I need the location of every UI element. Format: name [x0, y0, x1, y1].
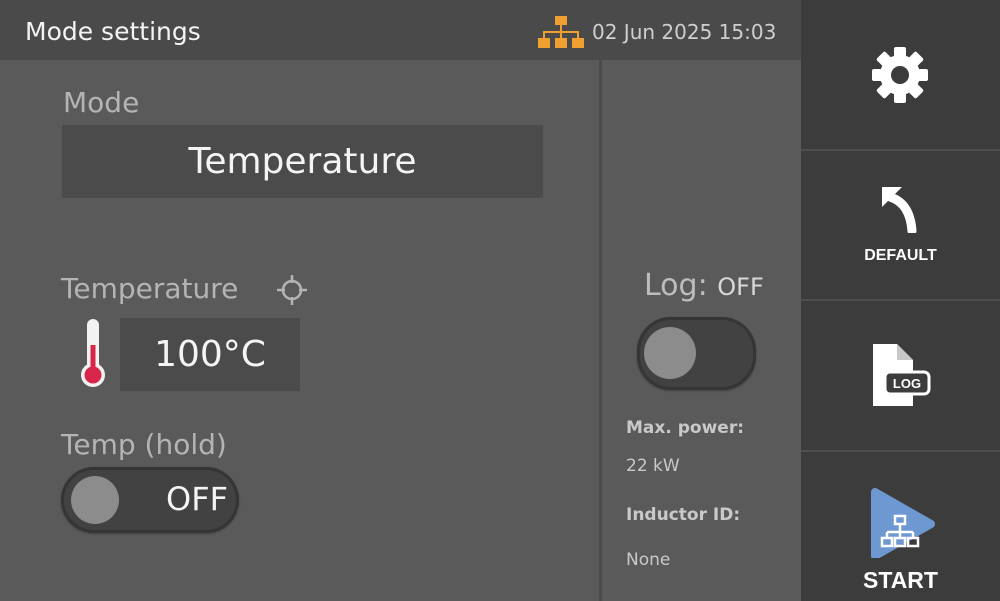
start-button-label: START — [863, 567, 938, 593]
inductor-id-label: Inductor ID: — [626, 505, 741, 525]
log-state: OFF — [717, 273, 764, 301]
temp-hold-label: Temp (hold) — [61, 428, 227, 461]
temp-hold-toggle[interactable]: OFF — [61, 467, 239, 533]
temperature-label: Temperature — [61, 272, 239, 305]
network-tree-icon — [538, 16, 584, 48]
toggle-knob — [644, 327, 696, 379]
toggle-knob — [71, 476, 119, 524]
log-icon-text: LOG — [893, 376, 921, 391]
start-button[interactable]: START — [801, 450, 1000, 601]
max-power-label: Max. power: — [626, 418, 744, 438]
log-button[interactable]: LOG — [801, 299, 1000, 450]
play-network-icon — [871, 488, 935, 558]
date-time: 02 Jun 2025 15:03 — [592, 20, 777, 44]
log-label: Log: OFF — [644, 268, 764, 303]
gear-icon — [872, 47, 928, 103]
back-arrow-icon — [882, 187, 917, 233]
mode-selector[interactable]: Temperature — [62, 125, 543, 198]
default-button[interactable]: DEFAULT — [801, 149, 1000, 299]
inductor-id-value: None — [626, 550, 671, 570]
header-bar: Mode settings 02 Jun 2025 15:03 — [0, 0, 801, 60]
thermometer-icon — [81, 319, 105, 387]
temperature-setpoint[interactable]: 100°C — [120, 318, 300, 391]
log-file-icon: LOG — [873, 344, 931, 406]
default-button-label: DEFAULT — [864, 247, 937, 264]
mode-label: Mode — [63, 86, 140, 119]
log-label-text: Log: — [644, 268, 708, 303]
temp-hold-state: OFF — [166, 480, 228, 518]
settings-button[interactable] — [801, 0, 1000, 149]
crosshair-icon[interactable] — [276, 274, 308, 306]
max-power-value: 22 kW — [626, 456, 680, 476]
page-title: Mode settings — [25, 17, 201, 46]
log-toggle[interactable] — [637, 317, 756, 390]
panel-divider — [599, 60, 602, 601]
mode-settings-screen: Mode settings 02 Jun 2025 15:03 Mode Tem… — [0, 0, 1000, 601]
